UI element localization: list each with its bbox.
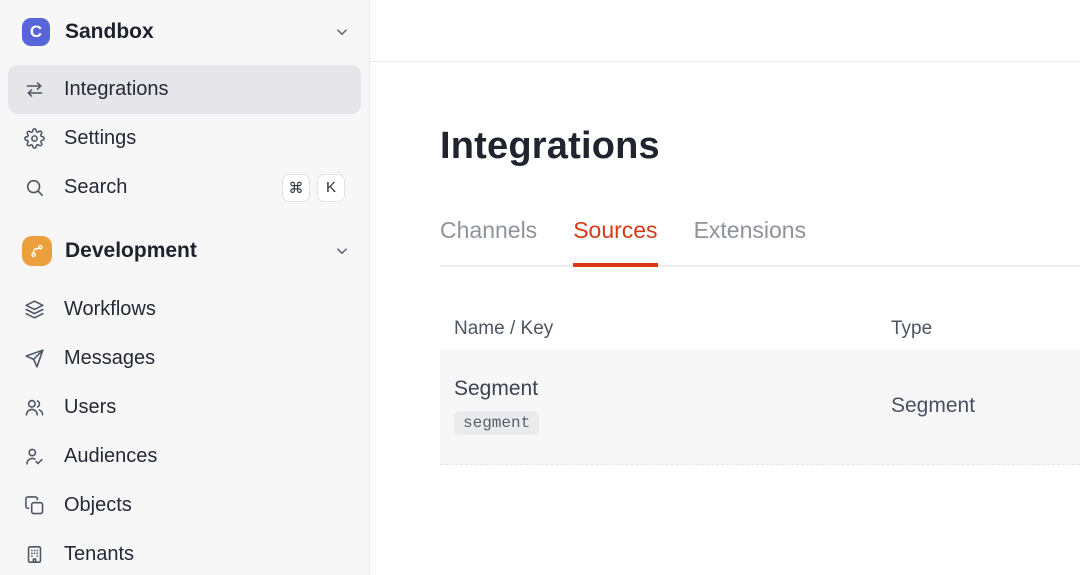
table-row[interactable]: Segment segment Segment — [440, 348, 1080, 465]
sidebar-item-label: Search — [64, 176, 128, 198]
gear-icon — [24, 128, 45, 149]
sidebar-item-label: Workflows — [64, 298, 156, 320]
users-icon — [24, 397, 45, 418]
sidebar-item-workflows[interactable]: Workflows — [8, 285, 361, 334]
transfer-arrows-icon — [24, 79, 45, 100]
sidebar-item-search[interactable]: Search ⌘ K — [8, 163, 361, 212]
source-name: Segment — [454, 377, 539, 401]
sidebar-item-tenants[interactable]: Tenants — [8, 530, 361, 575]
git-branch-icon — [22, 235, 52, 266]
tab-channels[interactable]: Channels — [440, 217, 537, 267]
sidebar-item-integrations[interactable]: Integrations — [8, 65, 361, 114]
sidebar-item-label: Tenants — [64, 543, 135, 565]
sidebar-item-label: Settings — [64, 127, 137, 149]
source-name-cell: Segment segment — [440, 355, 877, 457]
paper-plane-icon — [24, 348, 45, 369]
column-header-name-key: Name / Key — [454, 317, 554, 339]
layers-icon — [24, 299, 45, 320]
search-shortcut: ⌘ K — [282, 173, 345, 202]
source-type-cell: Segment — [891, 394, 976, 418]
copy-icon — [24, 495, 45, 516]
main-area: Integrations Channels Sources Extensions… — [370, 0, 1080, 575]
sidebar-item-label: Objects — [64, 494, 132, 516]
sidebar-item-objects[interactable]: Objects — [8, 481, 361, 530]
tab-sources[interactable]: Sources — [573, 217, 658, 267]
tab-extensions[interactable]: Extensions — [694, 217, 807, 267]
tab-bar: Channels Sources Extensions — [440, 217, 1080, 267]
sidebar-item-messages[interactable]: Messages — [8, 334, 361, 383]
sidebar-item-label: Messages — [64, 347, 156, 369]
search-icon — [24, 177, 45, 198]
top-bar — [370, 0, 1080, 62]
table-header: Name / Key Type — [440, 318, 1080, 349]
person-check-icon — [24, 446, 45, 467]
page-title: Integrations — [440, 125, 660, 167]
courier-logo: C — [22, 18, 50, 46]
building-icon — [24, 544, 45, 565]
chevron-down-icon — [333, 23, 351, 41]
sidebar-item-label: Audiences — [64, 445, 158, 467]
sidebar-section-development[interactable]: Development — [8, 226, 361, 275]
keycap-cmd: ⌘ — [282, 173, 310, 202]
sources-table: Name / Key Type Segment segment Segment — [440, 318, 1080, 465]
sidebar-item-settings[interactable]: Settings — [8, 114, 361, 163]
sidebar-item-label: Integrations — [64, 78, 169, 100]
column-header-type: Type — [891, 317, 933, 339]
chevron-down-icon — [333, 242, 351, 260]
sidebar-item-users[interactable]: Users — [8, 383, 361, 432]
section-label: Development — [65, 238, 197, 262]
workspace-switcher[interactable]: C Sandbox — [8, 18, 361, 46]
sidebar-item-label: Users — [64, 396, 117, 418]
sidebar-item-audiences[interactable]: Audiences — [8, 432, 361, 481]
source-key-badge: segment — [454, 411, 540, 436]
workspace-name: Sandbox — [65, 20, 154, 43]
keycap-k: K — [317, 173, 345, 202]
sidebar: C Sandbox Integrations Settings Search ⌘… — [0, 0, 370, 575]
integrations-page: Integrations Channels Sources Extensions… — [370, 62, 1080, 465]
